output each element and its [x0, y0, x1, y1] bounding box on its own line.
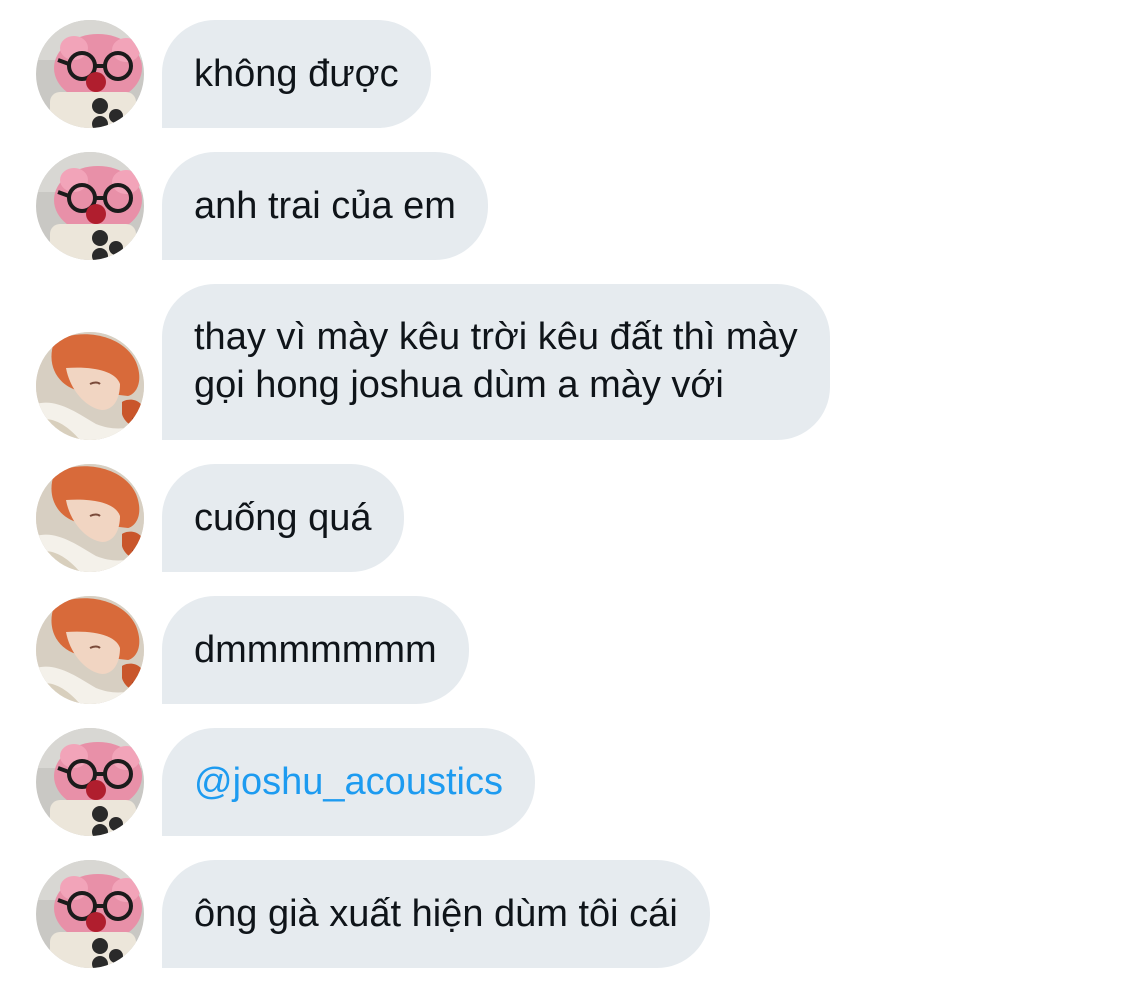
message-bubble[interactable]: thay vì mày kêu trời kêu đất thì mày gọi… — [162, 284, 830, 440]
message-text: anh trai của em — [194, 185, 456, 227]
message-bubble[interactable]: @joshu_acoustics — [162, 728, 535, 836]
message-bubble[interactable]: anh trai của em — [162, 152, 488, 260]
message-text: không được — [194, 53, 399, 95]
message-bubble[interactable]: dmmmmmmm — [162, 596, 469, 704]
orange-hair-person-avatar-icon[interactable] — [36, 332, 144, 440]
message-text: cuống quá — [194, 497, 372, 539]
mention-link[interactable]: @joshu_acoustics — [194, 758, 503, 806]
message-text-line: gọi hong joshua dùm a mày với — [194, 364, 724, 406]
message-text: ông già xuất hiện dùm tôi cái — [194, 893, 678, 935]
message-bubble[interactable]: ông già xuất hiện dùm tôi cái — [162, 860, 710, 968]
pink-plush-glasses-avatar-icon[interactable] — [36, 20, 144, 128]
pink-plush-glasses-avatar-icon[interactable] — [36, 728, 144, 836]
message-text-line: thay vì mày kêu trời kêu đất thì mày — [194, 316, 798, 358]
orange-hair-person-avatar-icon[interactable] — [36, 596, 144, 704]
message-text: dmmmmmmm — [194, 629, 437, 671]
pink-plush-glasses-avatar-icon[interactable] — [36, 860, 144, 968]
orange-hair-person-avatar-icon[interactable] — [36, 464, 144, 572]
message-bubble[interactable]: không được — [162, 20, 431, 128]
message-bubble[interactable]: cuống quá — [162, 464, 404, 572]
pink-plush-glasses-avatar-icon[interactable] — [36, 152, 144, 260]
